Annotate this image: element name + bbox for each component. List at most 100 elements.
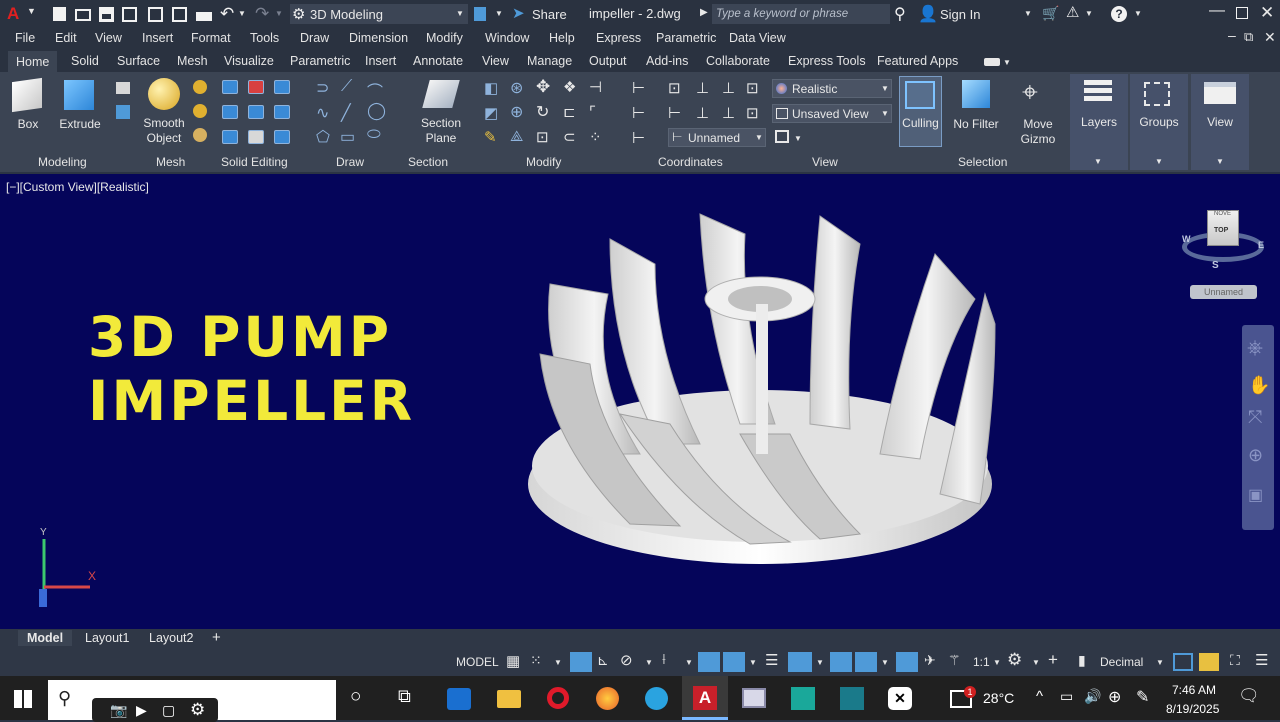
- polysolid-icon[interactable]: [116, 82, 130, 94]
- isolate-objects-icon[interactable]: ⛶: [1230, 652, 1240, 669]
- open-web-icon[interactable]: [148, 7, 163, 22]
- ucs-menu-button[interactable]: Unnamed: [1190, 285, 1257, 299]
- impeller-model[interactable]: [520, 204, 1000, 574]
- compass-east[interactable]: E: [1258, 240, 1264, 250]
- smooth-object-icon[interactable]: [148, 78, 180, 110]
- selection-cycling-chevron-icon[interactable]: ▼: [816, 658, 824, 667]
- subtract-icon[interactable]: [248, 80, 264, 94]
- redo-dropdown-icon[interactable]: ▼: [275, 9, 283, 18]
- dynamic-input-icon[interactable]: ⊾: [597, 652, 609, 669]
- panel-selection[interactable]: Selection: [958, 155, 1007, 169]
- tray-chevron-icon[interactable]: ^: [1036, 688, 1043, 705]
- named-ucs-combo[interactable]: ⊢ Unnamed ▼: [668, 128, 766, 147]
- cart-icon[interactable]: 🛒: [1042, 5, 1059, 22]
- add-layout-icon[interactable]: +: [212, 629, 221, 646]
- section-plane-label-1[interactable]: Section: [414, 116, 468, 130]
- filter-chevron-icon[interactable]: ▼: [881, 658, 889, 667]
- opera-icon[interactable]: [547, 687, 569, 709]
- notification-icon[interactable]: 🗨: [1238, 686, 1260, 706]
- osnap-chevron-icon[interactable]: ▼: [749, 658, 757, 667]
- pen-icon[interactable]: ✎: [1136, 687, 1149, 707]
- 3d-mirror-icon[interactable]: ◧: [484, 79, 498, 97]
- ribbon-minimize-toggle[interactable]: [984, 58, 1000, 66]
- doc-minimize-icon[interactable]: –: [1228, 27, 1236, 43]
- object-snap-icon[interactable]: [723, 652, 745, 672]
- camera-icon[interactable]: 📷: [110, 702, 127, 719]
- menu-file[interactable]: File: [15, 31, 35, 45]
- construction-line-icon[interactable]: ╱: [341, 103, 351, 123]
- capcut-icon[interactable]: ✕: [888, 687, 912, 710]
- expand-arrow-icon[interactable]: ▶: [700, 7, 708, 18]
- smooth-object-label-2[interactable]: Object: [140, 131, 188, 145]
- open-file-icon[interactable]: [75, 9, 91, 21]
- close-icon[interactable]: ✕: [1260, 3, 1274, 23]
- outlook-icon[interactable]: [447, 688, 471, 710]
- app-menu-chevron-icon[interactable]: ▼: [27, 6, 36, 16]
- zoom-extents-icon[interactable]: ⤧: [1248, 407, 1262, 428]
- gizmo-icon[interactable]: [896, 652, 918, 672]
- trim-icon[interactable]: ⊣: [589, 78, 602, 96]
- presspull-icon[interactable]: [116, 105, 130, 119]
- transparency-icon[interactable]: [788, 652, 812, 672]
- snap-chevron-icon[interactable]: ▼: [554, 658, 562, 667]
- no-filter-label[interactable]: No Filter: [948, 117, 1004, 131]
- object-snap-tracking-icon[interactable]: [698, 652, 720, 672]
- circle-icon[interactable]: ◯: [367, 101, 386, 121]
- customization-menu-icon[interactable]: ☰: [1255, 651, 1268, 669]
- maximize-icon[interactable]: [1236, 7, 1248, 19]
- workspace-gear-icon[interactable]: ⚙: [1007, 650, 1022, 670]
- save-web-icon[interactable]: [172, 7, 187, 22]
- smooth-object-label-1[interactable]: Smooth: [140, 116, 188, 130]
- menu-draw[interactable]: Draw: [300, 31, 329, 45]
- menu-tools[interactable]: Tools: [250, 31, 279, 45]
- extract-edges-icon[interactable]: [248, 105, 264, 119]
- panel-section[interactable]: Section: [408, 155, 448, 169]
- units-value[interactable]: Decimal: [1100, 655, 1143, 669]
- doc-restore-icon[interactable]: ⧉: [1244, 29, 1253, 45]
- drawing-viewport[interactable]: [−][Custom View][Realistic] 3D PUMP IMPE…: [0, 174, 1280, 629]
- 3d-align-icon[interactable]: ◩: [484, 104, 498, 122]
- mesh-smooth-less-icon[interactable]: [193, 104, 207, 118]
- isodraft-chevron-icon[interactable]: ▼: [685, 658, 693, 667]
- slice-icon[interactable]: [274, 80, 290, 94]
- infer-constraints-icon[interactable]: [570, 652, 592, 672]
- quick-properties-icon[interactable]: [1173, 653, 1193, 671]
- menu-view[interactable]: View: [95, 31, 122, 45]
- share-icon[interactable]: ➤: [512, 4, 525, 22]
- spline-icon[interactable]: ∿: [316, 103, 329, 123]
- menu-parametric[interactable]: Parametric: [656, 31, 716, 45]
- minimize-icon[interactable]: —: [1209, 2, 1225, 20]
- polygon-icon[interactable]: ⬠: [316, 127, 330, 147]
- line-icon[interactable]: ⊃: [316, 78, 329, 98]
- scale-chevron-icon[interactable]: ▼: [993, 658, 1001, 667]
- menu-data-view[interactable]: Data View: [729, 31, 786, 45]
- tab-layout2[interactable]: Layout2: [149, 631, 193, 645]
- grid-icon[interactable]: ▦: [506, 652, 520, 670]
- ucs-settings-icon[interactable]: ⊢: [632, 129, 645, 147]
- annotation-scale[interactable]: 1:1: [973, 655, 990, 669]
- taskbar-search-box[interactable]: ⚲ 📷 ▶ ▢ ⚙: [48, 680, 336, 722]
- autocad-logo-icon[interactable]: A: [7, 4, 19, 24]
- visual-style-combo[interactable]: Realistic ▼: [772, 79, 892, 98]
- menu-insert[interactable]: Insert: [142, 31, 173, 45]
- viewport-config-chevron-icon[interactable]: ▼: [794, 134, 802, 143]
- redo-icon[interactable]: ↷: [255, 4, 269, 24]
- save-as-icon[interactable]: [122, 7, 137, 22]
- intersect-icon[interactable]: [222, 105, 238, 119]
- app-window-icon[interactable]: [742, 688, 766, 708]
- erase-icon[interactable]: ✎: [484, 128, 497, 146]
- 3d-rotate-icon[interactable]: ⊛: [510, 78, 523, 98]
- arc-icon[interactable]: ⌒: [367, 78, 383, 102]
- separate-icon[interactable]: [274, 130, 290, 144]
- rotate-icon[interactable]: ↻: [536, 102, 549, 122]
- move-gizmo-label-2[interactable]: Gizmo: [1014, 132, 1062, 146]
- menu-help[interactable]: Help: [549, 31, 575, 45]
- showmotion-icon[interactable]: ▣: [1248, 485, 1263, 505]
- interfere-icon[interactable]: [222, 130, 238, 144]
- no-filter-icon[interactable]: [962, 80, 990, 108]
- extrude-icon[interactable]: [64, 80, 94, 110]
- menu-modify[interactable]: Modify: [426, 31, 463, 45]
- workspace-switcher[interactable]: ⚙ 3D Modeling ▼: [290, 4, 468, 24]
- union-icon[interactable]: [222, 80, 238, 94]
- dynamic-ucs-icon[interactable]: [855, 652, 877, 672]
